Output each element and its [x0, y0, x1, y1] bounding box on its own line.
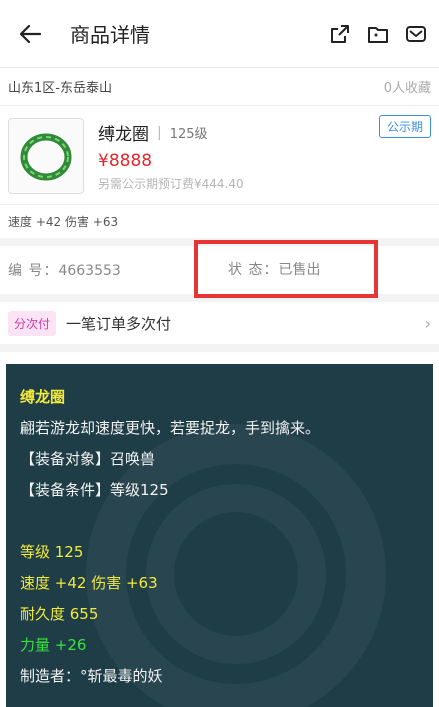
desc-item-name: 缚龙圈	[20, 388, 66, 406]
page: 商品详情 山东1区-东岳泰山 0人收藏 缚龙圈 | 125级 ¥8888 另需公…	[0, 0, 439, 707]
info-row: 编 号：4663553 状 态： 已售出	[0, 240, 439, 298]
status-badge: 公示期	[378, 115, 431, 138]
reservation-fee: 另需公示期预订费¥444.40	[98, 177, 244, 191]
desc-level: 等级 125	[20, 543, 84, 561]
desc-target: 【装备对象】召唤兽	[20, 450, 156, 468]
header-bar: 商品详情	[0, 0, 439, 68]
server-row: 山东1区-东岳泰山 0人收藏	[0, 68, 439, 106]
folder-button[interactable]	[365, 21, 391, 47]
message-icon	[406, 25, 426, 42]
desc-requirement: 【装备条件】等级125	[20, 481, 169, 499]
item-level: 125级	[169, 127, 208, 142]
serial-label: 编 号：	[8, 263, 59, 279]
message-button[interactable]	[403, 21, 429, 47]
desc-strength: 力量 +26	[20, 636, 87, 654]
separator: |	[157, 124, 162, 141]
ring-icon	[20, 133, 72, 181]
item-name: 缚龙圈	[98, 125, 149, 145]
item-price: ¥8888	[98, 151, 153, 171]
share-icon	[331, 24, 349, 43]
item-stats: 速度 +42 伤害 +63	[0, 204, 439, 238]
status-highlight: 状 态： 已售出	[194, 240, 378, 298]
installment-row[interactable]: 分次付 一笔订单多次付 ›	[0, 302, 439, 344]
item-thumbnail[interactable]	[8, 118, 84, 194]
favorites-count[interactable]: 0人收藏	[384, 77, 431, 96]
desc-speed-damage: 速度 +42 伤害 +63	[20, 574, 158, 592]
back-arrow-icon	[19, 24, 41, 43]
share-button[interactable]	[327, 21, 353, 47]
server-name: 山东1区-东岳泰山	[8, 81, 112, 96]
folder-icon	[368, 26, 388, 43]
page-title: 商品详情	[70, 23, 150, 47]
serial-value: 4663553	[58, 263, 121, 279]
item-card[interactable]: 缚龙圈 | 125级 ¥8888 另需公示期预订费¥444.40 公示期	[0, 106, 439, 204]
desc-durability: 耐久度 655	[20, 605, 99, 623]
back-button[interactable]	[14, 18, 46, 50]
description-panel: 缚龙圈 翩若游龙却速度更快，若要捉龙，手到擒来。 【装备对象】召唤兽 【装备条件…	[6, 364, 433, 707]
desc-flavor: 翩若游龙却速度更快，若要捉龙，手到擒来。	[20, 419, 321, 437]
installment-tag: 分次付	[8, 310, 57, 336]
desc-maker: 制造者：°斩最毒的妖	[20, 667, 163, 685]
status-value: 已售出	[278, 262, 321, 278]
description-wrap: 缚龙圈 翩若游龙却速度更快，若要捉龙，手到擒来。 【装备对象】召唤兽 【装备条件…	[0, 352, 439, 707]
chevron-right-icon: ›	[424, 313, 431, 333]
installment-text: 一笔订单多次付	[66, 314, 172, 333]
status-label: 状 态：	[228, 262, 279, 278]
